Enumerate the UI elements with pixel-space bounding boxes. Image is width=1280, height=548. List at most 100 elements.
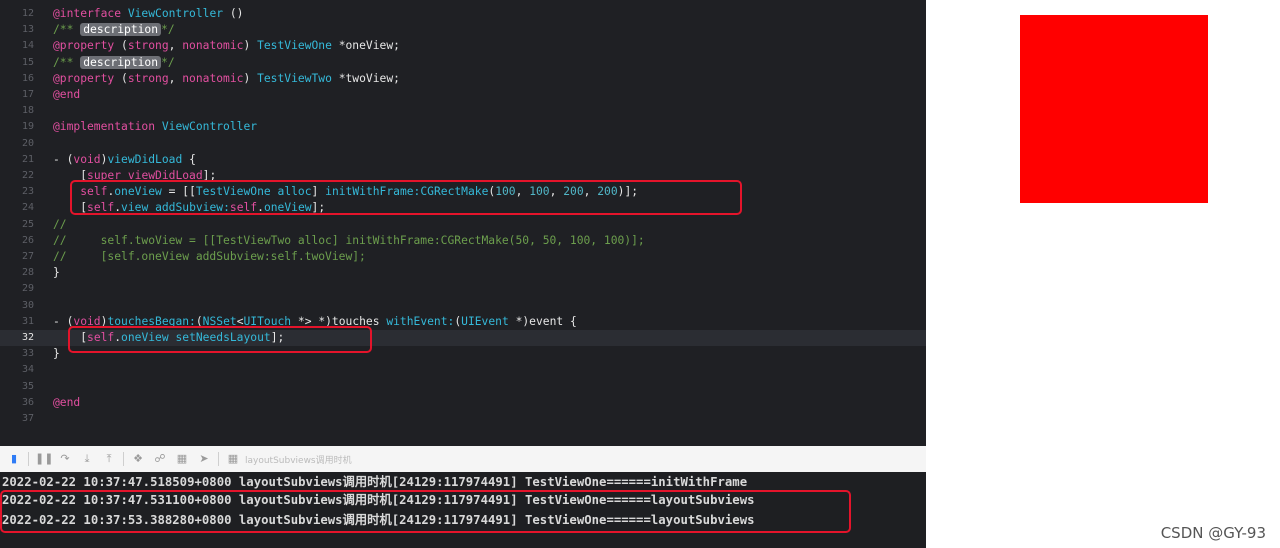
code-line[interactable]: 15 /** description */ [0, 55, 926, 71]
code-text: @property (strong, nonatomic) TestViewTw… [53, 71, 400, 87]
code-token: ( [114, 39, 128, 53]
code-line[interactable]: 12 @interface ViewController () [0, 6, 926, 22]
code-text: @end [53, 395, 80, 411]
code-token: ( [114, 71, 128, 85]
line-number: 26 [21, 234, 34, 246]
code-token: ) [243, 39, 258, 53]
code-line[interactable]: 28} [0, 265, 926, 281]
process-filter-label[interactable]: layoutSubviews调用时机 [245, 453, 352, 466]
doc-placeholder-token: description [80, 23, 162, 37]
toolbar-divider [218, 452, 219, 466]
csdn-watermark: CSDN @GY-93 [1160, 524, 1266, 542]
code-token: } [53, 347, 60, 361]
code-token: @end [53, 395, 81, 409]
breakpoint-toggle-icon[interactable]: ▮ [6, 451, 22, 467]
line-number: 29 [21, 283, 34, 295]
line-number: 23 [21, 186, 34, 198]
code-token: /** [53, 23, 81, 37]
code-line[interactable]: 14 @property (strong, nonatomic) TestView… [0, 38, 926, 54]
code-editor[interactable]: 12 @interface ViewController () 13 /** desc… [0, 0, 926, 446]
line-number: 17 [21, 89, 34, 100]
code-line[interactable]: 26 // self.twoView = [[TestViewTwo alloc]… [0, 233, 926, 249]
code-line[interactable]: 19 @implementation ViewController [0, 119, 926, 135]
code-token: // self.twoView = [[TestViewTwo alloc] i… [53, 233, 645, 247]
line-number: 28 [21, 267, 34, 279]
step-over-icon[interactable]: ↷ [57, 451, 73, 467]
code-token: ViewController [127, 7, 224, 20]
code-token: TestViewOne [257, 39, 332, 53]
code-text: } [53, 265, 60, 281]
code-line[interactable]: 25 // [0, 217, 926, 233]
code-token: void [73, 152, 101, 166]
code-line[interactable]: 36 @end [0, 395, 926, 411]
code-token: */ [161, 23, 175, 37]
code-line[interactable]: 37 [0, 411, 926, 427]
step-out-icon[interactable]: ⤒ [101, 451, 117, 467]
line-number: 32 [21, 332, 34, 343]
highlight-box-layoutsubviews-logs [0, 490, 851, 533]
code-text: @end [53, 87, 80, 103]
code-token: } [53, 266, 60, 280]
line-number: 22 [21, 170, 34, 181]
code-token: @implementation [53, 120, 156, 134]
code-line[interactable]: 18 [0, 103, 926, 119]
code-token: nonatomic [182, 39, 244, 53]
code-token: strong [127, 39, 169, 53]
code-token: *twoView; [331, 71, 400, 85]
code-token: @end [53, 88, 81, 101]
environment-override-icon[interactable]: ▦ [174, 451, 190, 467]
code-token: viewDidLoad [107, 152, 183, 166]
doc-placeholder-token: description [80, 55, 162, 69]
code-line[interactable]: 35 [0, 379, 926, 395]
code-token: , [168, 39, 183, 53]
memory-graph-icon[interactable]: ☍ [152, 451, 168, 467]
code-text: - (void)viewDidLoad { [53, 152, 196, 168]
code-line[interactable]: 21 - (void)viewDidLoad { [0, 152, 926, 168]
code-token: strong [127, 71, 169, 85]
code-line[interactable]: 20 [0, 136, 926, 152]
code-token: TestViewTwo [257, 71, 332, 85]
code-token: withEvent: [386, 314, 455, 328]
step-into-icon[interactable]: ⤓ [79, 451, 95, 467]
line-number: 12 [21, 8, 34, 19]
code-text: // [53, 217, 67, 233]
code-token: - ( [53, 152, 74, 166]
code-token: */ [161, 55, 175, 69]
code-line[interactable]: 29 [0, 281, 926, 297]
toolbar-divider [123, 452, 124, 466]
code-token: // [53, 217, 67, 231]
debug-console[interactable]: 2022-02-22 10:37:47.518509+0800 layoutSu… [0, 472, 926, 548]
line-number: 14 [21, 40, 34, 52]
line-number: 16 [21, 72, 34, 84]
line-number: 35 [21, 380, 34, 392]
code-text: // self.twoView = [[TestViewTwo alloc] i… [53, 233, 645, 249]
code-token: nonatomic [182, 71, 244, 85]
highlight-box-setneedslayout [68, 326, 372, 353]
code-line[interactable]: 16 @property (strong, nonatomic) TestView… [0, 71, 926, 87]
code-text: /** description */ [53, 22, 175, 38]
debug-toolbar: ▮ ❚❚ ↷ ⤓ ⤒ ❖ ☍ ▦ ➤ ▦ layoutSubviews调用时机 [0, 446, 926, 473]
line-number: 21 [21, 153, 34, 165]
code-token: @property [53, 39, 115, 53]
debug-view-hierarchy-icon[interactable]: ❖ [130, 451, 146, 467]
code-line[interactable]: 13 /** description */ [0, 22, 926, 38]
code-text: } [53, 346, 60, 362]
pause-icon[interactable]: ❚❚ [35, 451, 53, 467]
code-token: , [168, 71, 183, 85]
code-token: @interface [53, 7, 122, 20]
code-token: UIEvent [461, 314, 509, 328]
code-token: ) [243, 71, 258, 85]
location-icon[interactable]: ➤ [196, 451, 212, 467]
line-number: 13 [21, 24, 34, 36]
code-line[interactable]: 27 // [self.oneView addSubview:self.twoVi… [0, 249, 926, 265]
filter-icon[interactable]: ▦ [225, 451, 241, 467]
line-number: 25 [21, 218, 34, 230]
code-token: *)event { [508, 314, 577, 328]
highlight-box-viewdidload [70, 180, 742, 215]
line-number: 20 [21, 137, 34, 149]
code-line[interactable]: 34 [0, 362, 926, 378]
code-text: @interface ViewController () [53, 6, 243, 22]
code-line[interactable]: 30 [0, 298, 926, 314]
code-line[interactable]: 17 @end [0, 87, 926, 103]
line-number: 33 [21, 348, 34, 360]
